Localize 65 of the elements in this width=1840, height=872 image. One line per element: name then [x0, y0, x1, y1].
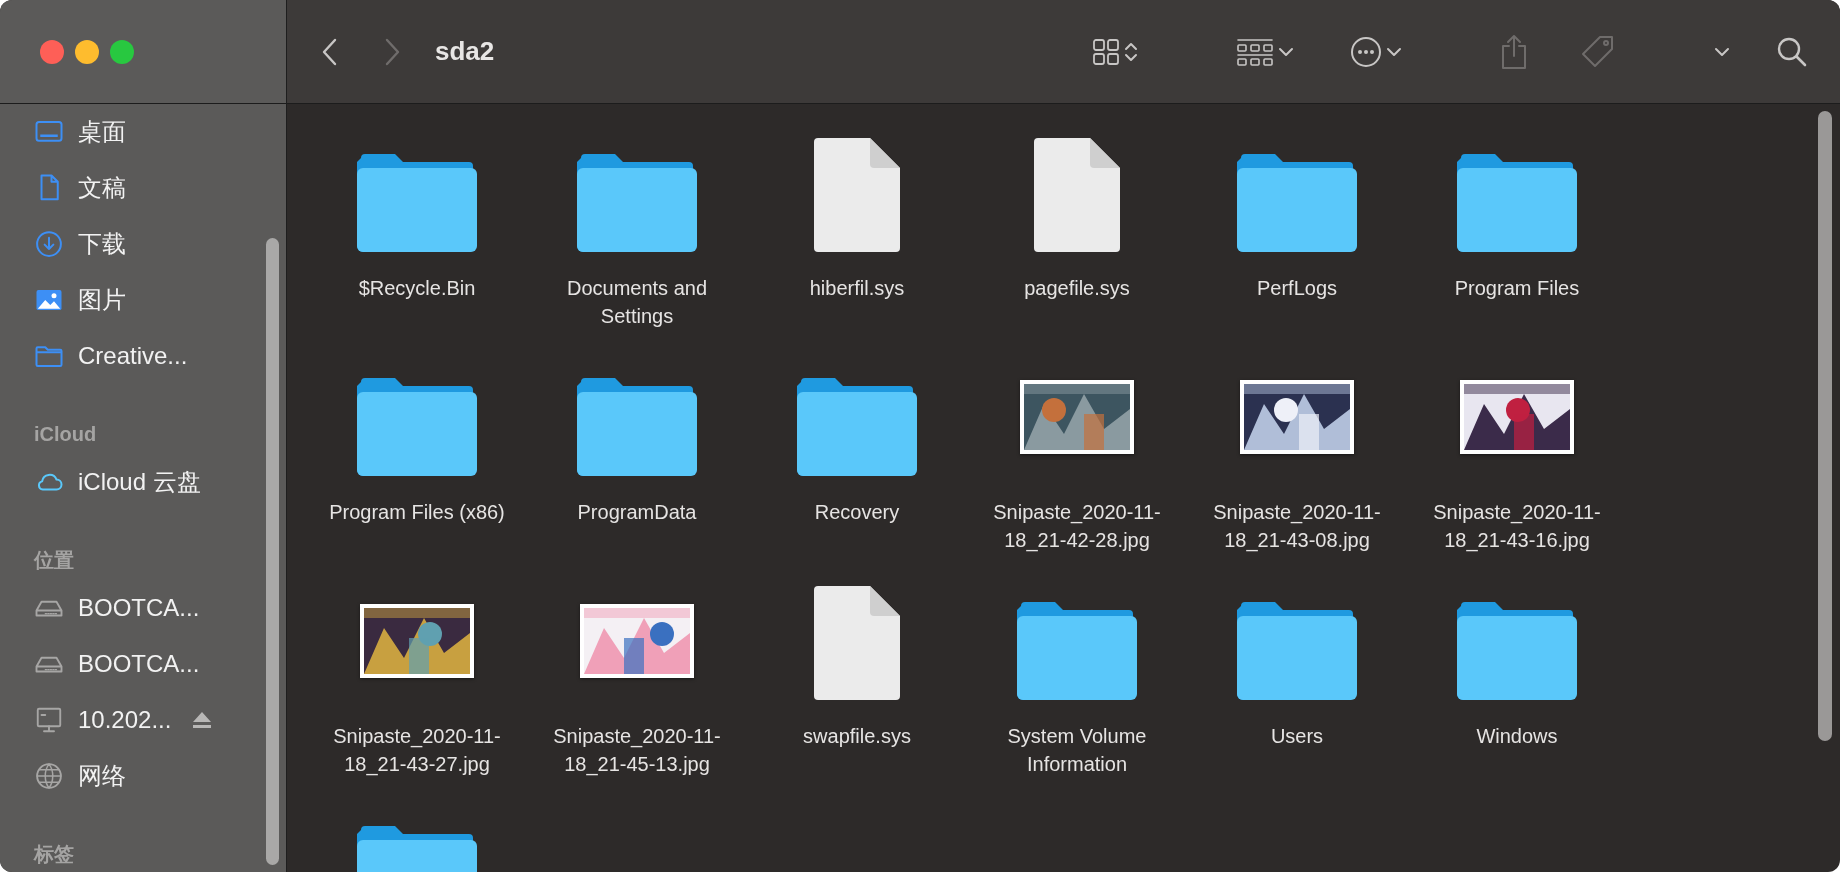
sidebar-item[interactable]: 下载 [78, 228, 126, 260]
folder-icon [577, 378, 697, 476]
scrollbar[interactable] [266, 238, 279, 865]
document-icon [814, 138, 900, 252]
file-name[interactable]: Snipaste_2020-11-18_21-43-27.jpg [327, 722, 507, 778]
sidebar-item[interactable]: 10.202... [78, 706, 172, 734]
chevron-down-icon [1278, 46, 1294, 57]
ellipsis-icon [1350, 35, 1382, 68]
folder-icon [357, 154, 477, 252]
chevron-left-icon [321, 36, 339, 67]
scrollbar[interactable] [1818, 111, 1832, 741]
folder-icon [577, 154, 697, 252]
file-name[interactable]: Snipaste_2020-11-18_21-42-28.jpg [987, 498, 1167, 554]
file-name[interactable]: Documents and Settings [547, 274, 727, 330]
zoom-button[interactable] [110, 39, 134, 64]
tag-icon [1580, 33, 1616, 70]
folder-icon [357, 378, 477, 476]
sidebar-item[interactable]: BOOTCA... [78, 650, 200, 678]
file-name[interactable]: ProgramData [547, 498, 727, 526]
grid-icon [1092, 37, 1120, 66]
file-name[interactable]: pagefile.sys [987, 274, 1167, 302]
file-name[interactable]: Snipaste_2020-11-18_21-45-13.jpg [547, 722, 727, 778]
file-name[interactable]: System Volume Information [987, 722, 1167, 778]
chevron-down-icon [1714, 46, 1730, 57]
file-name[interactable]: Users [1207, 722, 1387, 750]
file-name[interactable]: Snipaste_2020-11-18_21-43-16.jpg [1427, 498, 1607, 554]
search-icon [1776, 35, 1808, 68]
window-title: sda2 [435, 36, 495, 67]
file-name[interactable]: Program Files [1427, 274, 1607, 302]
document-icon [814, 586, 900, 700]
file-name[interactable]: Program Files (x86) [327, 498, 507, 526]
share-icon [1500, 33, 1528, 70]
chevron-right-icon [383, 36, 401, 67]
file-name[interactable]: Recovery [767, 498, 947, 526]
sidebar-item[interactable]: 文稿 [78, 172, 126, 204]
sidebar-item[interactable]: iCloud 云盘 [78, 466, 201, 498]
folder-icon [1237, 602, 1357, 700]
sidebar-section-title: iCloud [34, 421, 98, 447]
sidebar-section-title: 位置 [34, 547, 75, 573]
sidebar-item[interactable]: 桌面 [78, 116, 126, 148]
eject-icon[interactable] [191, 710, 214, 730]
file-name[interactable]: Windows [1427, 722, 1607, 750]
sidebar-item[interactable]: 图片 [78, 284, 126, 316]
sidebar-section-title: 标签 [34, 841, 75, 867]
close-button[interactable] [40, 39, 64, 64]
file-name[interactable]: swapfile.sys [767, 722, 947, 750]
folder-icon [797, 378, 917, 476]
sidebar-item[interactable]: 网络 [78, 760, 126, 792]
sidebar-item[interactable]: BOOTCA... [78, 594, 200, 622]
group-icon [1236, 37, 1274, 66]
computer-icon [34, 705, 64, 735]
folder-icon [1237, 154, 1357, 252]
minimize-button[interactable] [75, 39, 99, 64]
file-name[interactable]: hiberfil.sys [767, 274, 947, 302]
folder-icon [1457, 602, 1577, 700]
file-name[interactable]: $Recycle.Bin [327, 274, 507, 302]
file-name[interactable]: PerfLogs [1207, 274, 1387, 302]
chevron-down-icon [1386, 46, 1402, 57]
file-name[interactable]: Snipaste_2020-11-18_21-43-08.jpg [1207, 498, 1387, 554]
folder-icon [1457, 154, 1577, 252]
globe-icon [34, 761, 64, 791]
download-icon [34, 229, 64, 259]
document-icon [1034, 138, 1120, 252]
folder-icon [1017, 602, 1137, 700]
sidebar-item[interactable]: Creative... [78, 342, 188, 370]
